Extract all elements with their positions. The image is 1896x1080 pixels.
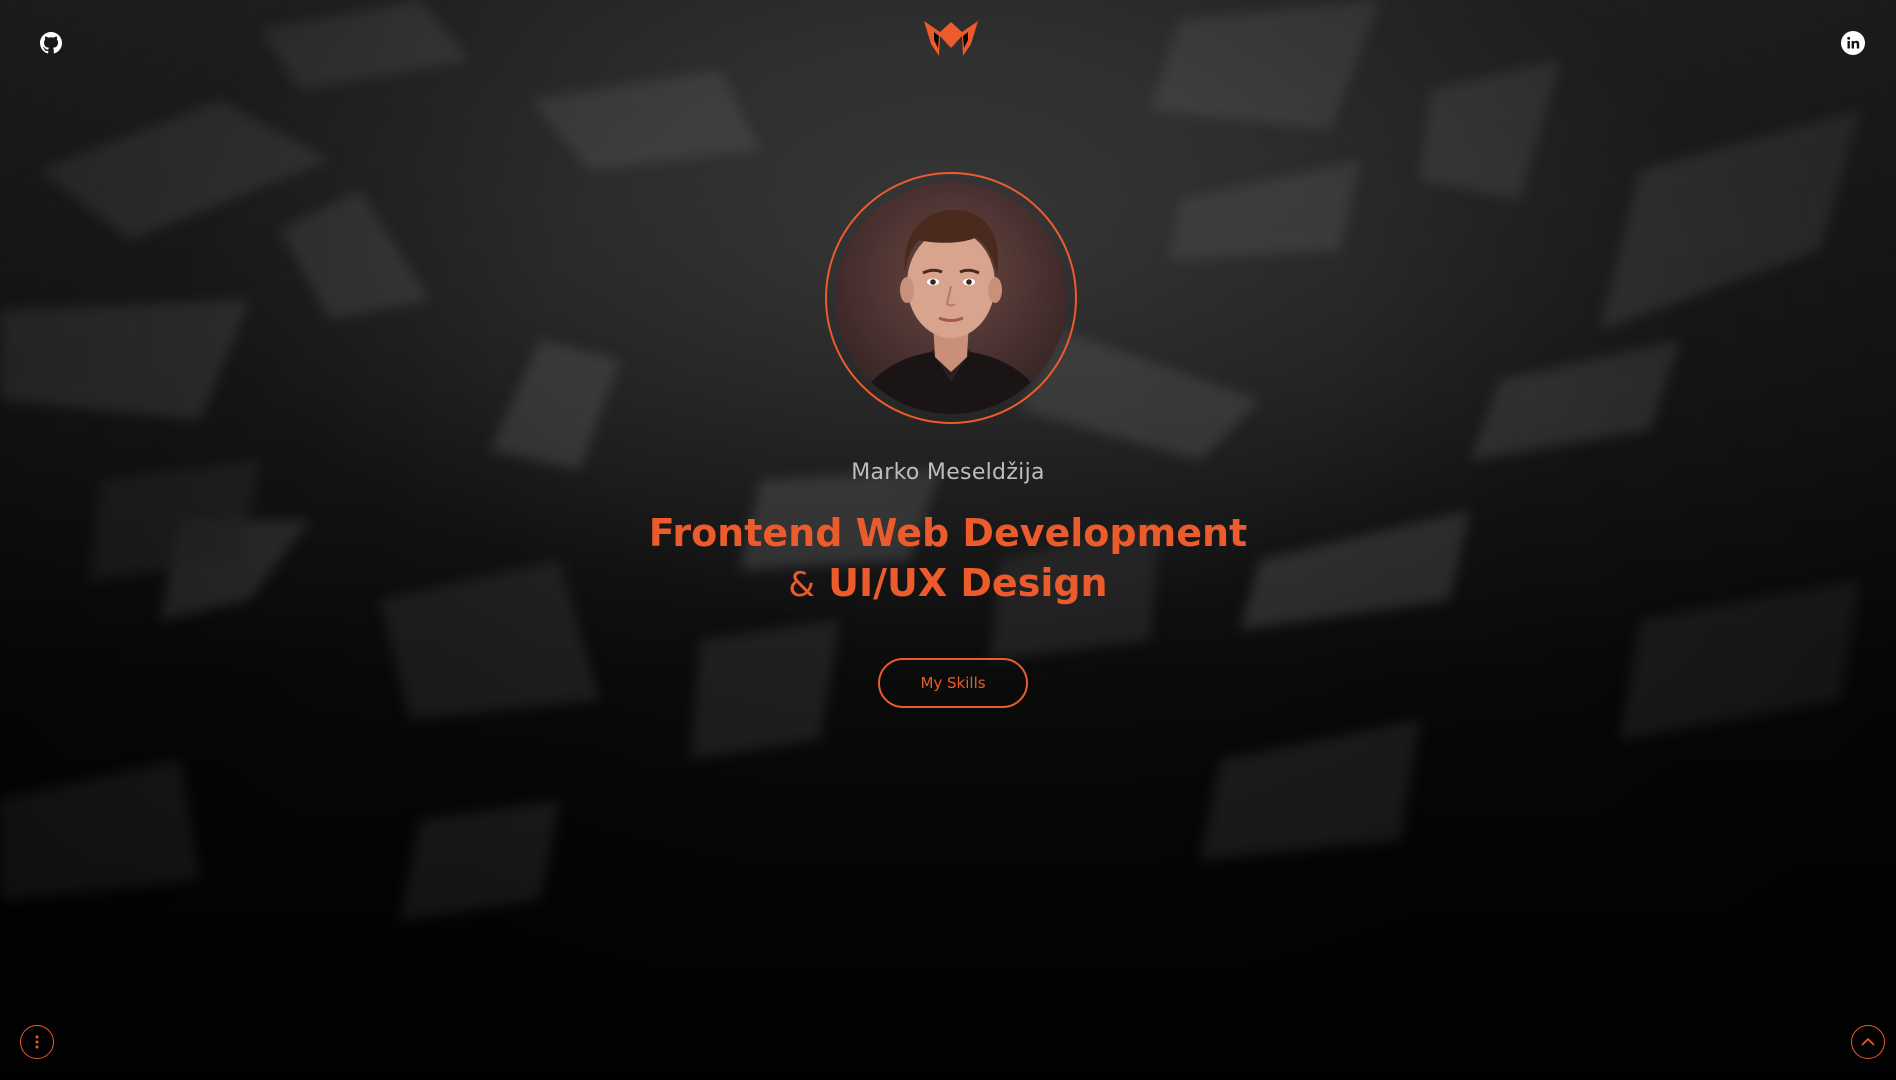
menu-button[interactable]	[20, 1025, 54, 1059]
headline-ampersand: &	[788, 565, 815, 605]
scroll-top-button[interactable]	[1851, 1025, 1885, 1059]
logo-m[interactable]	[922, 18, 980, 58]
github-icon[interactable]	[39, 31, 63, 55]
headline-line-2: & UI/UX Design	[0, 558, 1896, 610]
portrait-photo	[835, 182, 1067, 414]
chevron-up-icon	[1861, 1037, 1875, 1046]
hero-page: Marko Meseldžija Frontend Web Developmen…	[0, 0, 1896, 1080]
avatar-ring	[825, 172, 1077, 424]
headline-line-1: Frontend Web Development	[648, 511, 1248, 555]
profile-name: Marko Meseldžija	[851, 460, 1045, 485]
headline: Frontend Web Development & UI/UX Design	[0, 508, 1896, 610]
more-vertical-icon	[35, 1035, 39, 1049]
avatar	[835, 182, 1067, 414]
headline-line-2-text: UI/UX Design	[828, 561, 1108, 605]
linkedin-icon[interactable]	[1841, 31, 1865, 55]
my-skills-button[interactable]: My Skills	[878, 658, 1028, 708]
